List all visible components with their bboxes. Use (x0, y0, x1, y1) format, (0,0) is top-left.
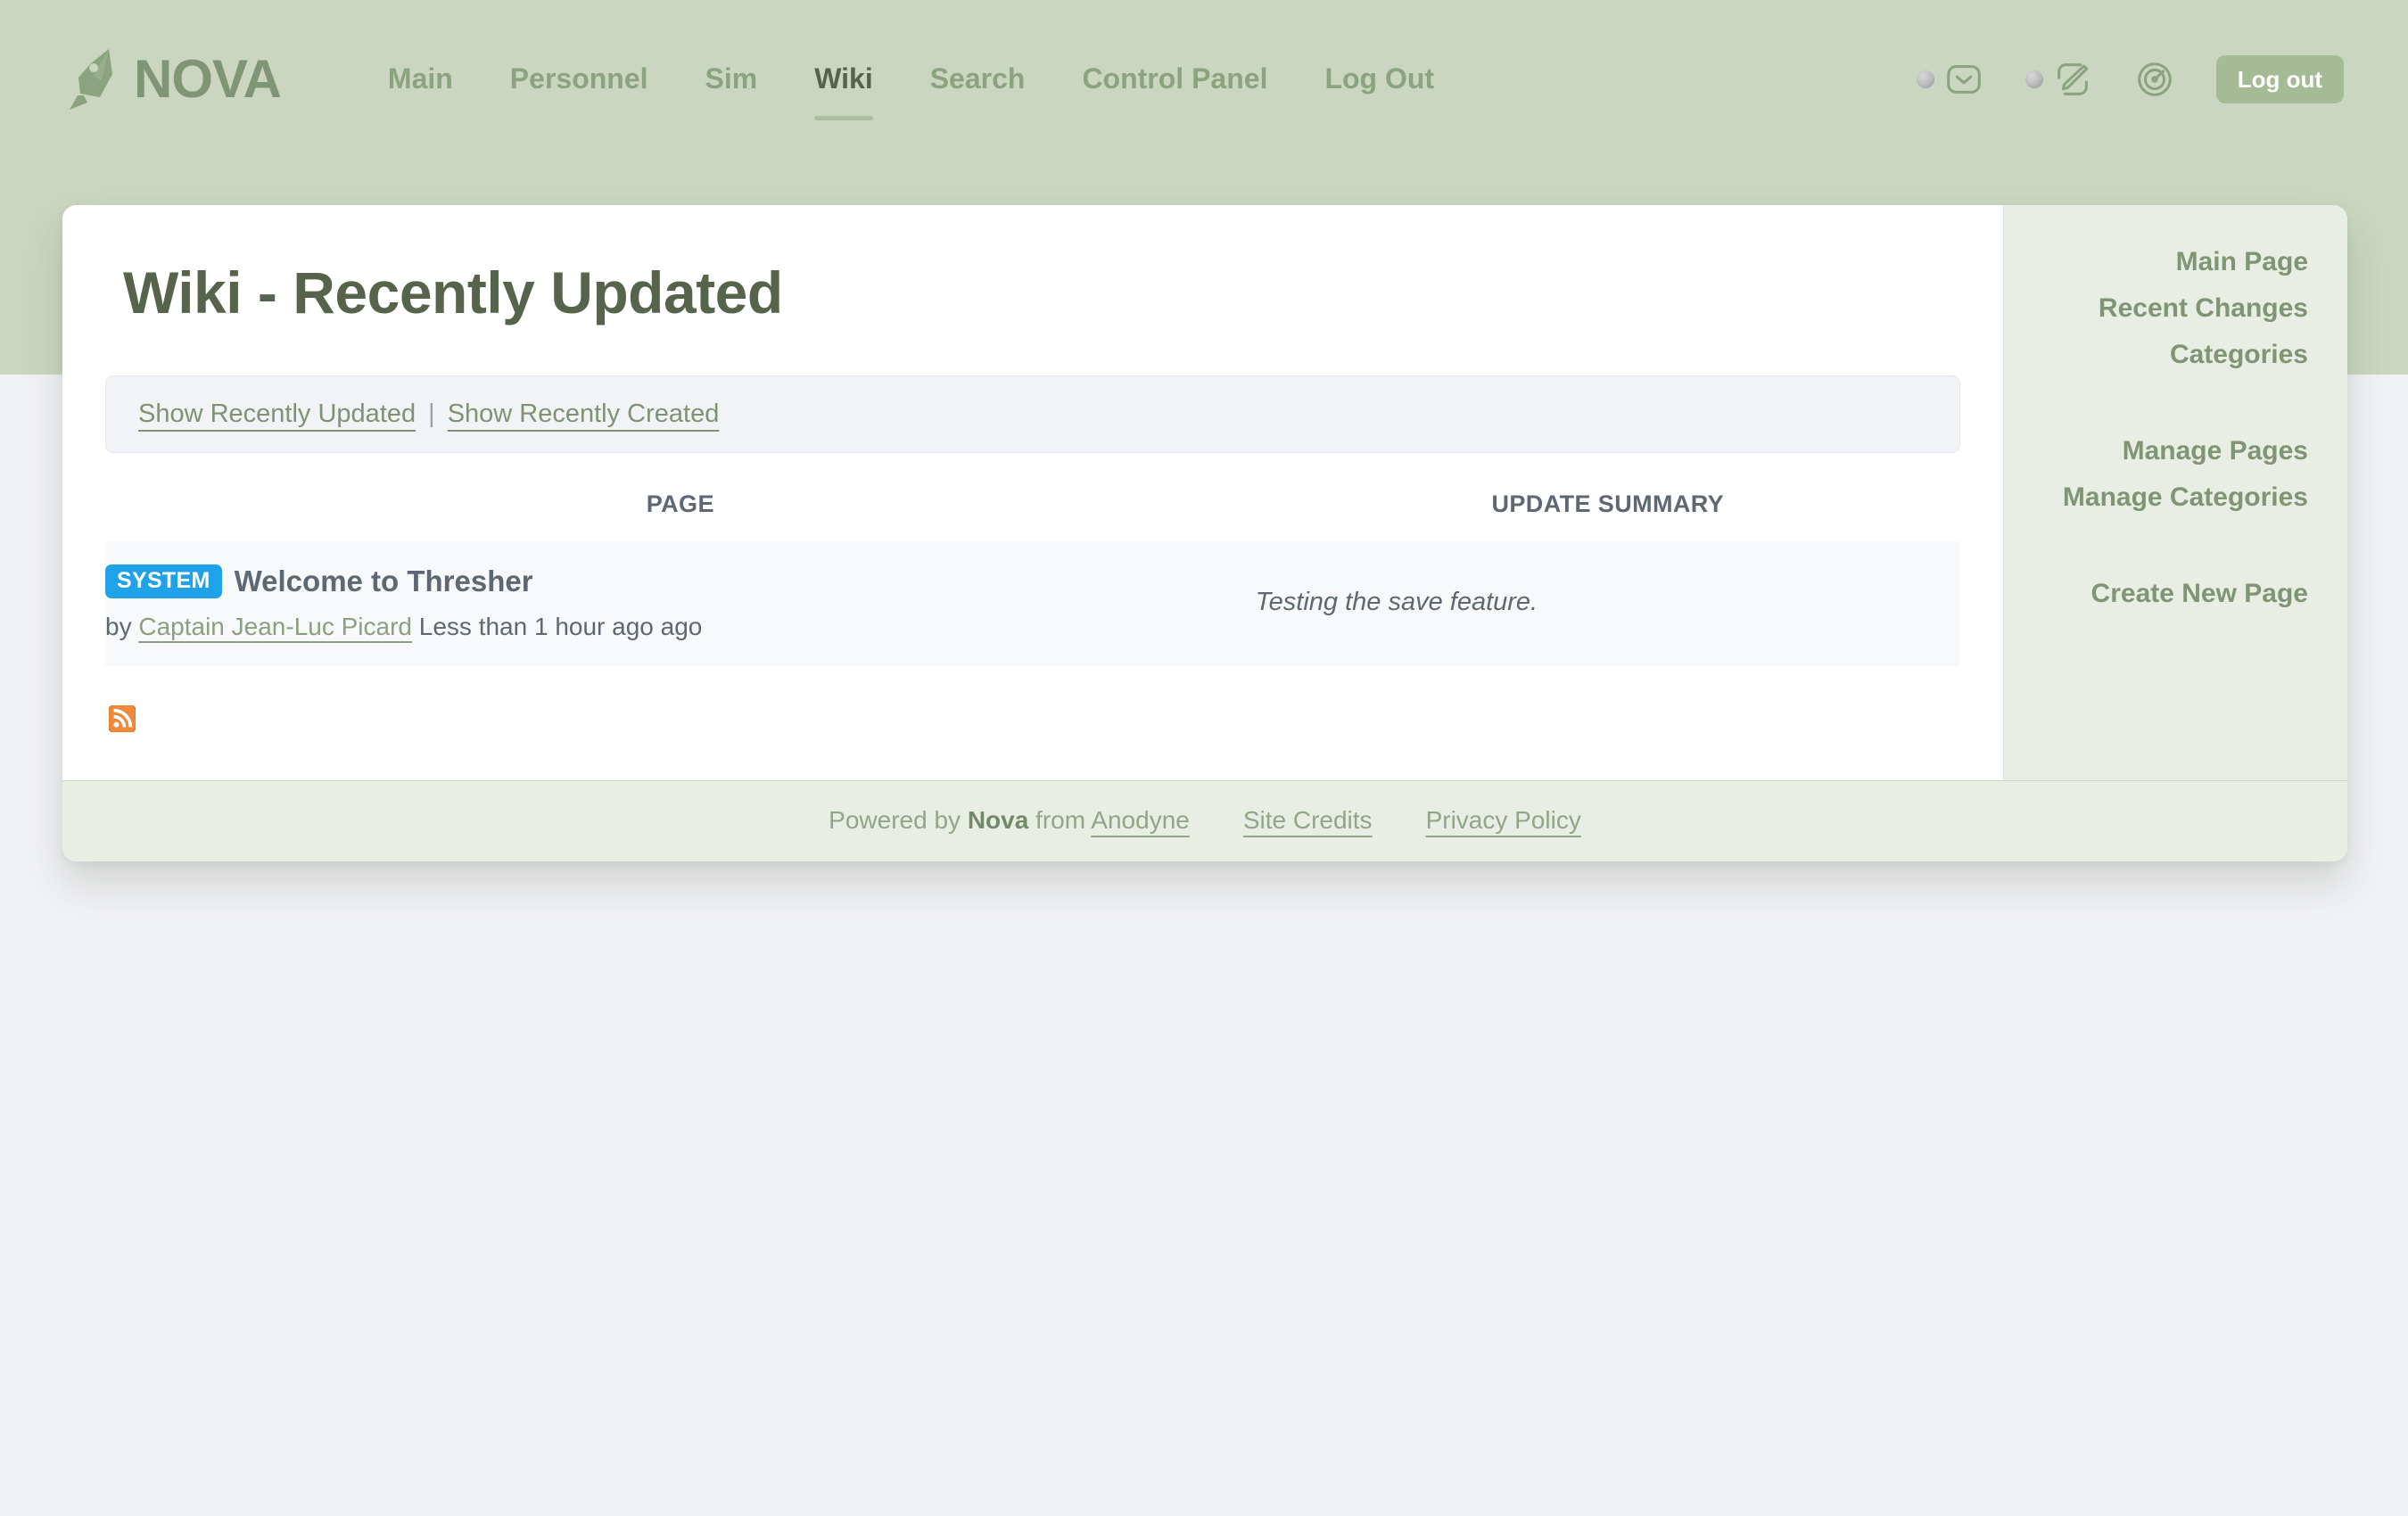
rss-feed-icon[interactable] (109, 704, 136, 732)
footer-powered-prefix: Powered by (829, 805, 968, 834)
recently-updated-table: PAGE UPDATE SUMMARY SYSTEM Welcome to Th… (105, 490, 1960, 666)
radar-icon[interactable] (2134, 59, 2175, 100)
footer-powered-by: Powered by Nova from Anodyne (829, 806, 1190, 835)
status-badge: SYSTEM (105, 564, 222, 598)
edit-icon-group[interactable] (2025, 59, 2093, 100)
edit-status-dot-icon (2025, 70, 2043, 88)
rss-row (105, 704, 1960, 732)
pen-nib-icon (70, 49, 112, 110)
nav-item-main[interactable]: Main (359, 63, 482, 95)
footer-brand-nova: Nova (967, 805, 1029, 834)
site-footer: Powered by Nova from Anodyne Site Credit… (62, 779, 2347, 861)
tab-separator: | (428, 399, 435, 428)
footer-link-anodyne[interactable]: Anodyne (1091, 806, 1190, 834)
logout-button[interactable]: Log out (2215, 55, 2344, 103)
nav-item-log-out[interactable]: Log Out (1296, 63, 1463, 95)
nav-item-wiki[interactable]: Wiki (786, 63, 902, 120)
column-header-page: PAGE (646, 490, 714, 517)
table-body: SYSTEM Welcome to Thresher by Captain Je… (105, 540, 1960, 666)
sidebar-group-manage: Manage Pages Manage Categories (2024, 428, 2308, 521)
sidebar-group-browse: Main Page Recent Changes Categories (2024, 239, 2308, 378)
mail-icon-group[interactable] (1916, 59, 1984, 100)
sidebar-item-manage-categories[interactable]: Manage Categories (2024, 474, 2308, 521)
mail-icon[interactable] (1943, 59, 1984, 100)
sidebar-item-manage-pages[interactable]: Manage Pages (2024, 428, 2308, 474)
nav-links: Main Personnel Sim Wiki Search Control P… (359, 63, 1917, 120)
table-row[interactable]: SYSTEM Welcome to Thresher by Captain Je… (105, 540, 1960, 666)
top-navigation-bar: NOVA Main Personnel Sim Wiki Search Cont… (0, 0, 2408, 159)
column-header-update-summary: UPDATE SUMMARY (1491, 490, 1725, 517)
footer-link-privacy-policy[interactable]: Privacy Policy (1426, 806, 1581, 835)
nav-item-personnel[interactable]: Personnel (482, 63, 677, 95)
sidebar-item-main-page[interactable]: Main Page (2024, 239, 2308, 285)
cell-page: SYSTEM Welcome to Thresher by Captain Je… (105, 541, 1256, 666)
sidebar-item-categories[interactable]: Categories (2024, 332, 2308, 378)
page-title: Wiki - Recently Updated (123, 260, 783, 325)
table-header-row: PAGE UPDATE SUMMARY (105, 490, 1960, 541)
pencil-edit-icon[interactable] (2052, 59, 2093, 100)
meta-by-label: by (105, 612, 139, 640)
nav-item-sim[interactable]: Sim (677, 63, 787, 95)
sidebar-item-create-new-page[interactable]: Create New Page (2024, 571, 2308, 617)
page-title-line: SYSTEM Welcome to Thresher (105, 564, 1256, 598)
tab-show-recently-updated[interactable]: Show Recently Updated (138, 400, 416, 429)
site-logo[interactable]: NOVA (64, 45, 282, 113)
sidebar-item-recent-changes[interactable]: Recent Changes (2024, 285, 2308, 332)
meta-timestamp: Less than 1 hour ago ago (411, 612, 703, 640)
tab-show-recently-created[interactable]: Show Recently Created (448, 400, 720, 429)
nav-right-actions: Log out (1916, 55, 2344, 103)
footer-link-site-credits[interactable]: Site Credits (1243, 806, 1373, 835)
wiki-view-tabs: Show Recently Updated | Show Recently Cr… (105, 375, 1960, 453)
page-meta: by Captain Jean-Luc Picard Less than 1 h… (105, 613, 1256, 641)
nav-item-control-panel[interactable]: Control Panel (1053, 63, 1296, 95)
mail-status-dot-icon (1916, 70, 1934, 88)
table-head: PAGE UPDATE SUMMARY (105, 490, 1960, 541)
page-container: Wiki - Recently Updated Show Recently Up… (62, 205, 2347, 861)
sidebar-group-create: Create New Page (2024, 571, 2308, 617)
main-content-card: Wiki - Recently Updated Show Recently Up… (62, 205, 2003, 780)
nav-item-search[interactable]: Search (902, 63, 1054, 95)
wiki-sidebar: Main Page Recent Changes Categories Mana… (2003, 205, 2347, 780)
footer-powered-mid: from (1028, 805, 1092, 834)
wiki-page-link[interactable]: Welcome to Thresher (235, 564, 533, 598)
logo-wordmark: NOVA (134, 49, 282, 109)
cell-update-summary: Testing the save feature. (1255, 588, 1538, 617)
author-link[interactable]: Captain Jean-Luc Picard (138, 613, 412, 640)
